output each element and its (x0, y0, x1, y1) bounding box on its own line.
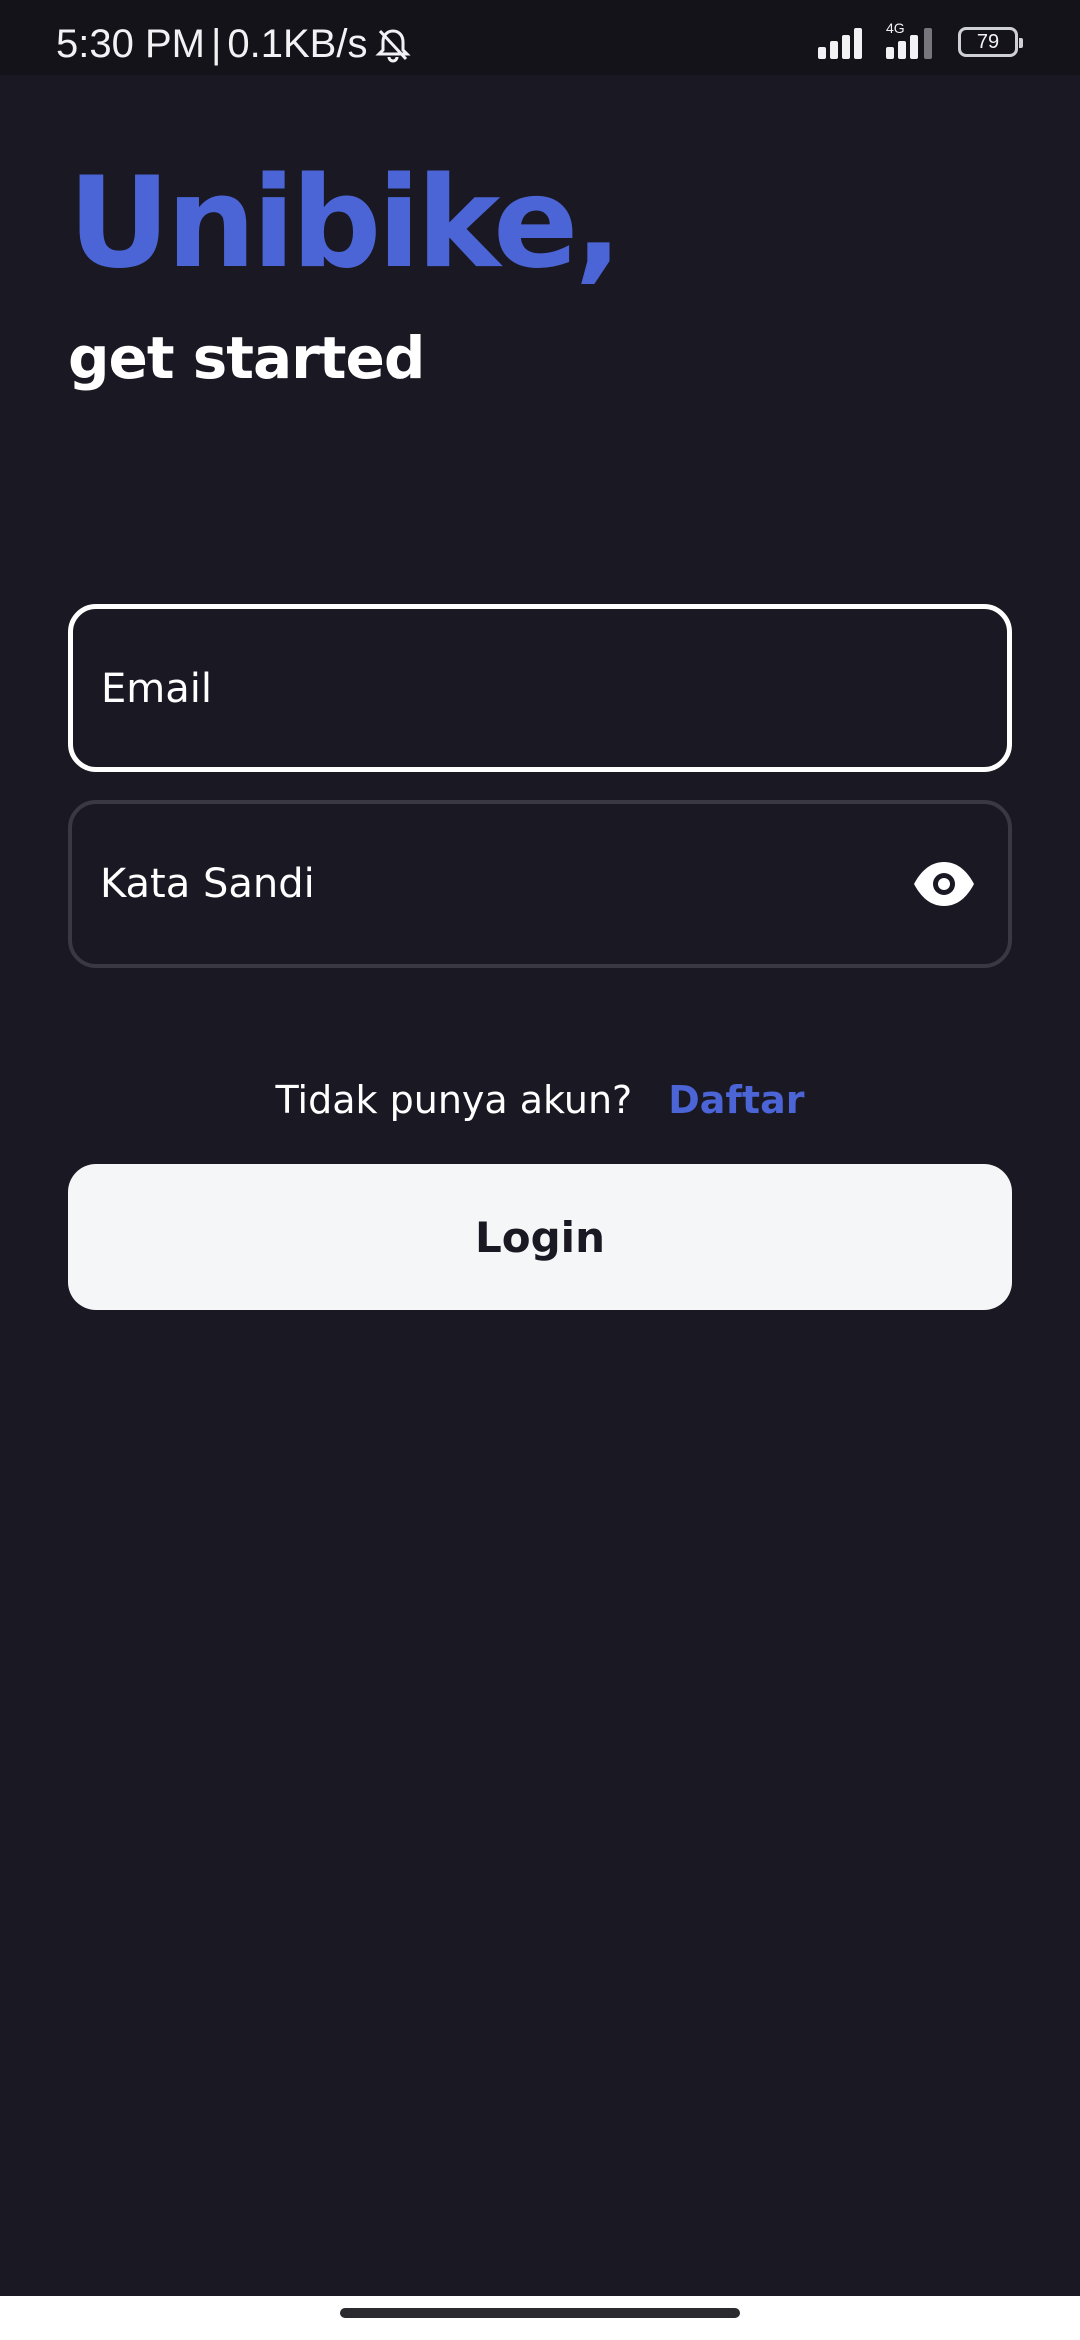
status-time: 5:30 PM (56, 22, 205, 66)
battery-icon: 79 (958, 27, 1023, 57)
password-field[interactable] (68, 800, 1012, 968)
status-separator: | (210, 22, 222, 66)
home-indicator[interactable] (340, 2308, 740, 2318)
signup-row: Tidak punya akun? Daftar (0, 1070, 1080, 1130)
email-field[interactable] (68, 604, 1012, 772)
login-button[interactable]: Login (68, 1164, 1012, 1310)
eye-icon[interactable] (912, 860, 976, 908)
signup-prompt: Tidak punya akun? (275, 1078, 633, 1122)
status-right: 4G 79 (818, 20, 1023, 59)
signal-bars-secondary-icon (886, 28, 932, 59)
signal-bars-4g-icon: 4G (886, 20, 944, 59)
login-screen: 5:30 PM | 0.1KB/s 4G 79 Unibike, get sta… (0, 0, 1080, 2340)
network-speed: 0.1KB/s (227, 22, 368, 66)
status-left: 5:30 PM | 0.1KB/s (56, 22, 413, 67)
signup-link[interactable]: Daftar (668, 1078, 804, 1122)
signal-bars-icon (818, 28, 862, 59)
password-input[interactable] (100, 844, 920, 924)
page-subtitle: get started (68, 324, 425, 392)
battery-level: 79 (976, 31, 1000, 53)
email-input[interactable] (101, 649, 921, 729)
bell-off-icon (375, 28, 412, 62)
app-title: Unibike, (68, 149, 622, 296)
navigation-bar (0, 2296, 1080, 2340)
status-bar: 5:30 PM | 0.1KB/s 4G 79 (0, 0, 1080, 75)
